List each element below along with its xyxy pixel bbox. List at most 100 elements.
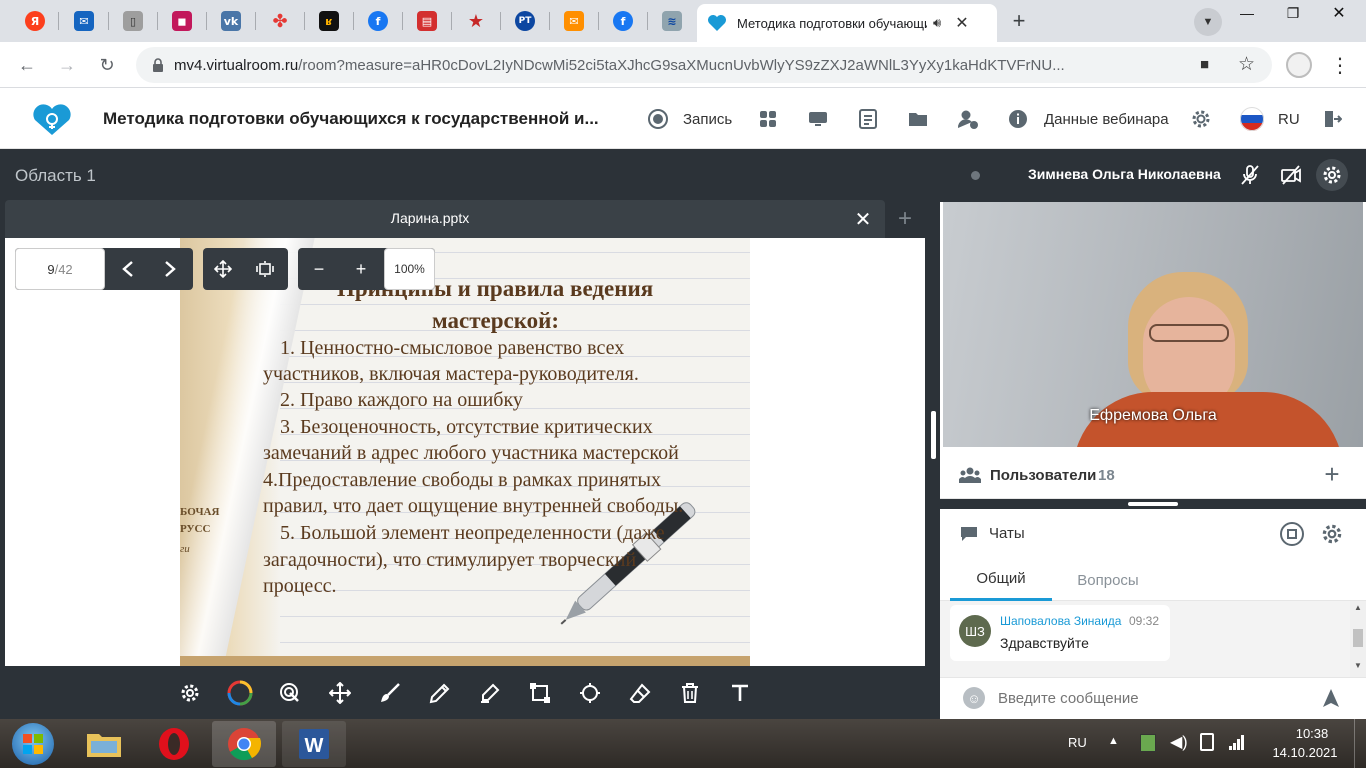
tab-active[interactable]: Методика подготовки обучающихся к госуда…	[697, 4, 997, 42]
info-icon[interactable]	[1006, 107, 1030, 131]
forward-button[interactable]: →	[52, 50, 82, 80]
mic-muted-icon[interactable]	[1238, 163, 1262, 192]
user-settings-icon[interactable]	[956, 107, 980, 131]
webcam-video[interactable]: Ефремова Ольга	[943, 202, 1363, 447]
marker-icon[interactable]	[476, 679, 504, 707]
tab-mail[interactable]: ✉	[66, 6, 102, 36]
tab-rt[interactable]: РТ	[507, 6, 543, 36]
tab-facebook-2[interactable]: f	[605, 6, 641, 36]
record-label[interactable]: Запись	[683, 111, 732, 128]
tab-envelope[interactable]: ✉	[556, 6, 592, 36]
settings-gear-icon[interactable]	[1189, 107, 1213, 131]
chat-messages[interactable]: ШЗ Шаповалова Зинаида 09:32 Здравствуйте…	[940, 601, 1366, 677]
toolbar-settings-icon[interactable]	[176, 679, 204, 707]
maximize-button[interactable]: ❐	[1270, 0, 1316, 26]
taskbar-opera[interactable]	[142, 721, 206, 767]
users-section[interactable]: Пользователи 18 +	[940, 451, 1366, 499]
tab-vk[interactable]: vk	[213, 6, 249, 36]
tray-network-icon[interactable]	[1200, 733, 1214, 751]
chat-scrollbar[interactable]: ▲ ▼	[1350, 601, 1366, 677]
camera-off-icon[interactable]	[1279, 163, 1303, 192]
profile-avatar[interactable]	[1286, 52, 1312, 78]
add-file-icon[interactable]: +	[893, 205, 917, 232]
tab-yandex[interactable]: Я	[17, 6, 53, 36]
person-glasses	[1149, 324, 1229, 342]
send-icon[interactable]	[1321, 688, 1341, 713]
text-tool-icon[interactable]	[726, 679, 754, 707]
record-icon[interactable]	[646, 107, 670, 131]
language-label[interactable]: RU	[1278, 111, 1300, 128]
taskbar-language[interactable]: RU	[1068, 735, 1087, 750]
presentation-icon[interactable]	[856, 107, 880, 131]
brush-icon[interactable]	[376, 679, 404, 707]
zoom-level[interactable]: 100%	[384, 248, 435, 290]
chat-settings-icon[interactable]	[1320, 522, 1344, 551]
presenter-settings-icon[interactable]	[1316, 159, 1348, 191]
fit-width-icon[interactable]	[208, 254, 238, 284]
zoom-in-button[interactable]: +	[346, 254, 376, 284]
back-button[interactable]: ←	[12, 50, 42, 80]
tray-signal-icon[interactable]	[1228, 733, 1246, 756]
taskbar-word[interactable]: W	[282, 721, 346, 767]
chat-export-icon[interactable]	[1280, 522, 1304, 546]
screen-share-icon[interactable]	[806, 107, 830, 131]
bookmark-star-icon[interactable]: ☆	[1238, 53, 1255, 76]
tab-doc[interactable]: ▯	[115, 6, 151, 36]
trash-icon[interactable]	[676, 679, 704, 707]
section-drag-handle[interactable]	[940, 499, 1366, 509]
tab-wave[interactable]: ≋	[654, 6, 690, 36]
tab-image[interactable]: ◼	[164, 6, 200, 36]
message-author[interactable]: Шаповалова Зинаида	[1000, 614, 1121, 628]
tab-red-book[interactable]: ▤	[409, 6, 445, 36]
target-icon[interactable]	[576, 679, 604, 707]
russia-flag-icon[interactable]	[1240, 107, 1264, 131]
tab-questions[interactable]: Вопросы	[1056, 559, 1160, 601]
tab-app[interactable]: ʁ	[311, 6, 347, 36]
tab-search-button[interactable]: ▼	[1194, 8, 1222, 36]
next-page-button[interactable]	[155, 254, 185, 284]
url-bar[interactable]: mv4.virtualroom.ru/room?measure=aHR0cDov…	[136, 47, 1272, 83]
zoom-out-button[interactable]: −	[304, 254, 334, 284]
slide-viewport[interactable]: БОЧАЯ РУСС ги Принципы и правила ведения…	[5, 238, 925, 666]
prev-page-button[interactable]	[113, 254, 143, 284]
webinar-data-label[interactable]: Данные вебинара	[1044, 111, 1169, 128]
new-tab-button[interactable]: +	[1004, 8, 1034, 34]
tab-facebook-1[interactable]: f	[360, 6, 396, 36]
webinar-logo-icon[interactable]	[30, 103, 74, 137]
fit-height-icon[interactable]	[250, 254, 280, 284]
taskbar-chrome[interactable]	[212, 721, 276, 767]
tray-flag-icon[interactable]	[1140, 734, 1156, 752]
exit-icon[interactable]	[1320, 107, 1344, 131]
tab-star[interactable]: ★	[458, 6, 494, 36]
tab-close-icon[interactable]: ✕	[955, 13, 968, 33]
add-user-button[interactable]: +	[1318, 459, 1346, 489]
pointer-icon[interactable]	[276, 679, 304, 707]
browser-menu-icon[interactable]: ⋮	[1330, 52, 1350, 78]
show-desktop-button[interactable]	[1354, 719, 1366, 768]
close-window-button[interactable]: ✕	[1316, 0, 1362, 26]
tab-puzzle[interactable]: ✤	[262, 6, 298, 36]
taskbar-explorer[interactable]	[72, 721, 136, 767]
shape-icon[interactable]	[526, 679, 554, 707]
eraser-icon[interactable]	[626, 679, 654, 707]
clock-date[interactable]: 14.10.2021	[1266, 745, 1344, 760]
tray-volume-icon[interactable]: ◀)	[1170, 732, 1188, 752]
reload-button[interactable]: ↻	[92, 50, 122, 80]
page-input[interactable]: 9/42	[15, 248, 105, 290]
folder-icon[interactable]	[906, 107, 930, 131]
pencil-icon[interactable]	[426, 679, 454, 707]
minimize-button[interactable]: —	[1224, 0, 1270, 26]
start-button[interactable]	[12, 723, 54, 765]
camera-icon[interactable]: ■	[1200, 56, 1209, 73]
panel-resize-handle[interactable]	[931, 411, 936, 459]
close-file-icon[interactable]: ✕	[851, 207, 875, 231]
color-picker-icon[interactable]	[226, 679, 254, 707]
move-icon[interactable]	[326, 679, 354, 707]
envelope-icon: ✉	[564, 11, 584, 31]
message-input[interactable]	[998, 684, 1298, 712]
tab-general[interactable]: Общий	[950, 559, 1052, 601]
clock-time[interactable]: 10:38	[1282, 726, 1342, 741]
tray-expand-icon[interactable]: ▲	[1108, 735, 1119, 747]
emoji-icon[interactable]: ☺	[963, 687, 985, 709]
apps-grid-icon[interactable]	[756, 107, 780, 131]
